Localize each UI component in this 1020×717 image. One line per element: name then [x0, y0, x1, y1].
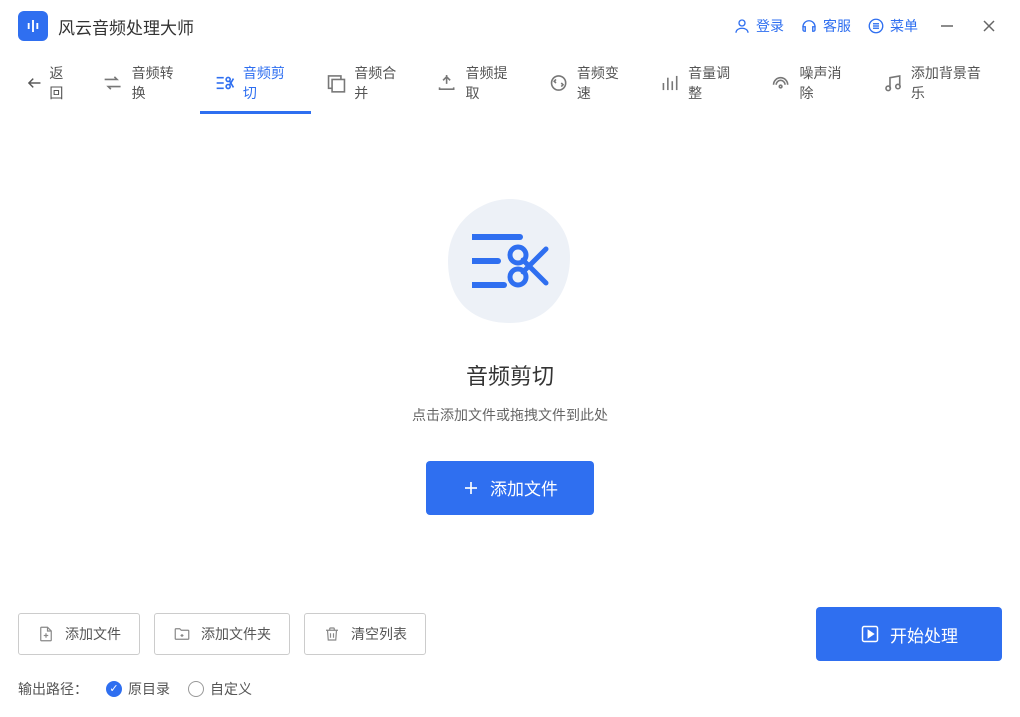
drop-zone[interactable]: 音频剪切 点击添加文件或拖拽文件到此处 添加文件: [0, 114, 1020, 591]
back-button[interactable]: 返回: [14, 52, 88, 114]
app-title: 风云音频处理大师: [58, 14, 194, 39]
menu-icon: [867, 17, 885, 35]
output-path-label: 输出路径：: [18, 679, 88, 699]
cut-lines-icon: [472, 231, 550, 293]
add-file-main-label: 添加文件: [490, 475, 558, 500]
minimize-button[interactable]: [934, 13, 960, 39]
tab-audio-merge[interactable]: 音频合并: [311, 52, 422, 114]
tab-label: 音频剪切: [243, 63, 297, 103]
plus-icon: [462, 479, 480, 497]
start-process-button[interactable]: 开始处理: [816, 607, 1002, 661]
play-icon: [860, 624, 880, 644]
radio-checked-icon: [106, 681, 122, 697]
tab-label: 添加背景音乐: [911, 63, 992, 103]
app-logo: [18, 11, 48, 41]
clear-list-button[interactable]: 清空列表: [304, 613, 426, 655]
noise-icon: [770, 72, 791, 94]
arrow-left-icon: [26, 74, 43, 92]
tab-label: 噪声消除: [799, 63, 853, 103]
music-icon: [882, 72, 903, 94]
menu-link[interactable]: 菜单: [867, 16, 918, 36]
illustration: [440, 191, 580, 331]
tab-audio-cut[interactable]: 音频剪切: [200, 52, 311, 114]
menu-label: 菜单: [890, 16, 918, 36]
tab-label: 音频提取: [466, 63, 520, 103]
radio-original-dir[interactable]: 原目录: [106, 679, 170, 699]
tab-volume-adjust[interactable]: 音量调整: [645, 52, 756, 114]
tab-add-bgm[interactable]: 添加背景音乐: [868, 52, 1006, 114]
radio-custom-dir[interactable]: 自定义: [188, 679, 252, 699]
add-file-button[interactable]: 添加文件: [18, 613, 140, 655]
radio-original-label: 原目录: [128, 679, 170, 699]
add-file-main-button[interactable]: 添加文件: [426, 461, 594, 515]
service-link[interactable]: 客服: [800, 16, 851, 36]
tab-label: 音量调整: [688, 63, 742, 103]
tab-label: 音频合并: [354, 63, 408, 103]
file-plus-icon: [37, 625, 55, 643]
clear-list-label: 清空列表: [351, 624, 407, 644]
radio-unchecked-icon: [188, 681, 204, 697]
user-icon: [733, 17, 751, 35]
add-folder-button[interactable]: 添加文件夹: [154, 613, 290, 655]
service-label: 客服: [823, 16, 851, 36]
login-label: 登录: [756, 16, 784, 36]
tab-audio-extract[interactable]: 音频提取: [422, 52, 533, 114]
minimize-icon: [940, 19, 954, 33]
merge-icon: [325, 72, 346, 94]
main-subtitle: 点击添加文件或拖拽文件到此处: [412, 405, 608, 425]
convert-icon: [102, 72, 123, 94]
extract-icon: [436, 72, 457, 94]
tab-noise-remove[interactable]: 噪声消除: [756, 52, 867, 114]
folder-plus-icon: [173, 625, 191, 643]
close-button[interactable]: [976, 13, 1002, 39]
speed-icon: [548, 72, 569, 94]
trash-icon: [323, 625, 341, 643]
add-folder-label: 添加文件夹: [201, 624, 271, 644]
close-icon: [982, 19, 996, 33]
start-process-label: 开始处理: [890, 622, 958, 647]
equalizer-icon: [659, 72, 680, 94]
tab-label: 音频变速: [577, 63, 631, 103]
tab-label: 音频转换: [132, 63, 186, 103]
headset-icon: [800, 17, 818, 35]
tab-audio-convert[interactable]: 音频转换: [88, 52, 199, 114]
tab-audio-speed[interactable]: 音频变速: [534, 52, 645, 114]
add-file-label: 添加文件: [65, 624, 121, 644]
back-label: 返回: [49, 63, 76, 103]
scissors-icon: [214, 72, 235, 94]
login-link[interactable]: 登录: [733, 16, 784, 36]
main-title: 音频剪切: [466, 359, 554, 391]
radio-custom-label: 自定义: [210, 679, 252, 699]
